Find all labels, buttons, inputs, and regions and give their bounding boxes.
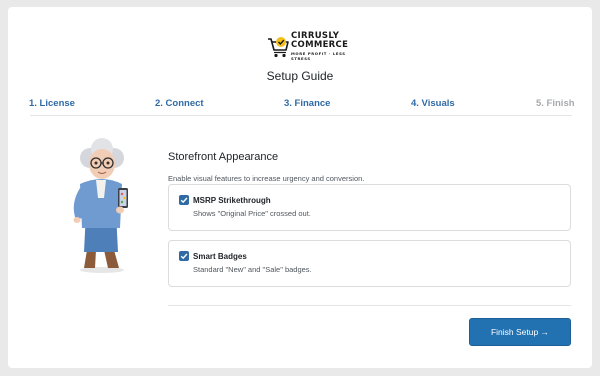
brand-name-line2: COMMERCE — [291, 40, 349, 50]
step-visuals[interactable]: 4. Visuals — [411, 98, 455, 109]
smart-badges-checkbox[interactable] — [179, 251, 189, 261]
mascot-illustration — [62, 134, 142, 274]
option-smart-badges[interactable]: Smart Badges Standard "New" and "Sale" b… — [168, 240, 571, 287]
section-description: Enable visual features to increase urgen… — [168, 174, 365, 183]
setup-card: CIRRUSLY COMMERCE MORE PROFIT · LESS STR… — [8, 7, 592, 368]
step-navigation: 1. License 2. Connect 3. Finance 4. Visu… — [8, 98, 592, 112]
brand-tagline: MORE PROFIT · LESS STRESS — [291, 50, 346, 61]
step-finance[interactable]: 3. Finance — [284, 98, 330, 109]
option-title: MSRP Strikethrough — [193, 196, 271, 205]
msrp-strikethrough-checkbox[interactable] — [179, 195, 189, 205]
step-finish: 5. Finish — [536, 98, 575, 109]
option-msrp-strikethrough[interactable]: MSRP Strikethrough Shows "Original Price… — [168, 184, 571, 231]
footer-divider — [168, 305, 571, 306]
step-license[interactable]: 1. License — [29, 98, 75, 109]
cart-icon — [268, 37, 289, 58]
checkmark-icon — [180, 253, 188, 260]
brand-logo: CIRRUSLY COMMERCE MORE PROFIT · LESS STR… — [267, 32, 349, 64]
checkmark-icon — [180, 197, 188, 204]
option-description: Shows "Original Price" crossed out. — [193, 209, 311, 218]
step-connect[interactable]: 2. Connect — [155, 98, 204, 109]
option-title: Smart Badges — [193, 252, 247, 261]
option-description: Standard "New" and "Sale" badges. — [193, 265, 312, 274]
page-title: Setup Guide — [266, 69, 334, 83]
step-divider — [30, 115, 572, 116]
section-title: Storefront Appearance — [168, 151, 279, 163]
finish-setup-button[interactable]: Finish Setup → — [469, 318, 571, 346]
